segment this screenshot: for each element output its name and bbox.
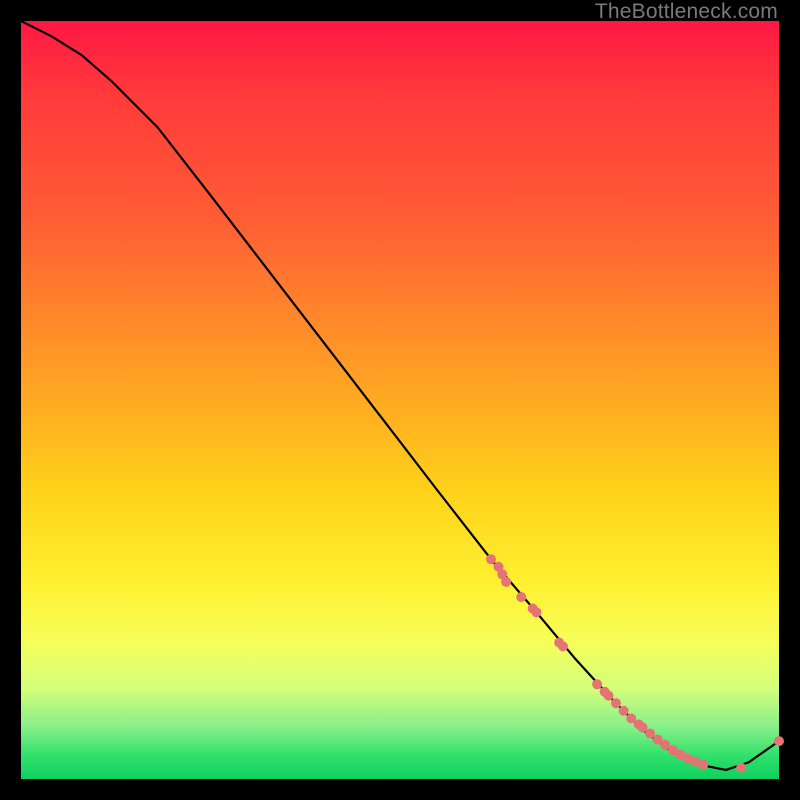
scatter-point xyxy=(486,554,496,564)
bottleneck-curve xyxy=(21,21,779,770)
scatter-point xyxy=(558,641,568,651)
scatter-point xyxy=(604,691,614,701)
scatter-point xyxy=(592,679,602,689)
plot-area xyxy=(21,21,779,779)
chart-canvas: TheBottleneck.com xyxy=(0,0,800,800)
scatter-point xyxy=(698,760,708,770)
scatter-point xyxy=(619,706,629,716)
scatter-point xyxy=(516,592,526,602)
scatter-point xyxy=(736,763,746,773)
scatter-point xyxy=(501,577,511,587)
scatter-point xyxy=(611,698,621,708)
scatter-point xyxy=(531,607,541,617)
scatter-point xyxy=(774,736,784,746)
scatter-markers xyxy=(486,554,784,772)
plot-svg xyxy=(21,21,779,779)
